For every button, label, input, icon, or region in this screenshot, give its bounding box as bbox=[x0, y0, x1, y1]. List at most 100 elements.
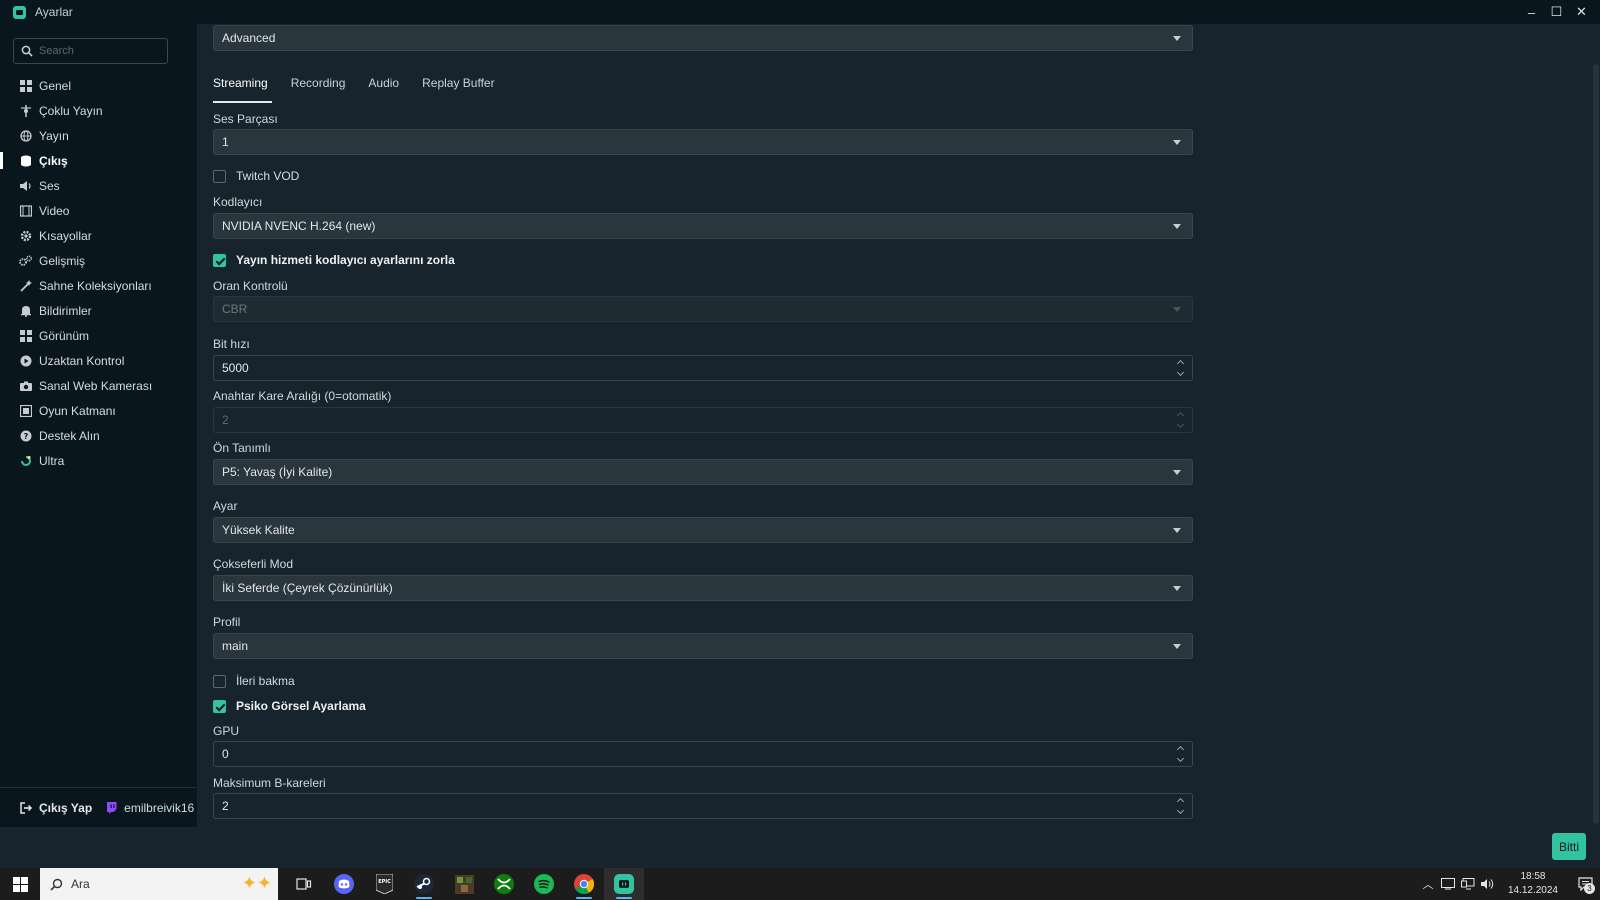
tab-replay-buffer[interactable]: Replay Buffer bbox=[422, 72, 495, 103]
sidebar-item-sahne-koleksiyonlari[interactable]: Sahne Koleksiyonları bbox=[0, 273, 197, 298]
streamlabs-icon[interactable] bbox=[604, 868, 644, 900]
window-controls: – ☐ ✕ bbox=[1519, 0, 1594, 24]
sidebar-item-label: Görünüm bbox=[39, 328, 90, 343]
display-icon[interactable] bbox=[1438, 868, 1458, 900]
sidebar-item-gorunum[interactable]: Görünüm bbox=[0, 323, 197, 348]
bframes-input[interactable]: 2 bbox=[213, 793, 1193, 819]
sidebar-item-destek-alin[interactable]: ? Destek Alın bbox=[0, 423, 197, 448]
scrollbar-thumb[interactable] bbox=[1593, 64, 1599, 824]
sidebar-item-yayin[interactable]: Yayın bbox=[0, 123, 197, 148]
spotify-icon[interactable] bbox=[524, 868, 564, 900]
enforce-encoder-checkbox[interactable]: Yayın hizmeti kodlayıcı ayarlarını zorla bbox=[213, 253, 455, 267]
spinner-arrows-icon[interactable] bbox=[1176, 745, 1184, 763]
preset-value: P5: Yavaş (İyi Kalite) bbox=[222, 465, 333, 479]
tab-streaming[interactable]: Streaming bbox=[213, 72, 272, 103]
user-account[interactable]: emilbreivik16 bbox=[106, 801, 194, 815]
notification-count: 3 bbox=[1584, 883, 1595, 894]
steam-icon[interactable] bbox=[404, 868, 444, 900]
sidebar-item-bildirimler[interactable]: Bildirimler bbox=[0, 298, 197, 323]
content-scrollbar[interactable] bbox=[1592, 24, 1600, 827]
encoder-value: NVIDIA NVENC H.264 (new) bbox=[222, 219, 376, 233]
sidebar-item-oyun-katmani[interactable]: Oyun Katmanı bbox=[0, 398, 197, 423]
globe-icon bbox=[19, 129, 32, 142]
sidebar-item-kisayollar[interactable]: Kısayollar bbox=[0, 223, 197, 248]
keyframe-label: Anahtar Kare Aralığı (0=otomatik) bbox=[213, 389, 392, 403]
tuning-select[interactable]: Yüksek Kalite bbox=[213, 517, 1193, 543]
gpu-input[interactable]: 0 bbox=[213, 741, 1193, 767]
sidebar-item-coklu-yayin[interactable]: Çoklu Yayın bbox=[0, 98, 197, 123]
tab-audio[interactable]: Audio bbox=[368, 72, 399, 103]
multipass-label: Çokseferli Mod bbox=[213, 557, 294, 571]
sidebar-footer: Çıkış Yap emilbreivik16 bbox=[0, 787, 197, 827]
spinner-arrows-icon[interactable] bbox=[1176, 359, 1184, 377]
svg-text:EPIC: EPIC bbox=[378, 879, 391, 885]
sidebar-item-video[interactable]: Video bbox=[0, 198, 197, 223]
notification-center-button[interactable]: 3 bbox=[1570, 868, 1600, 900]
bitrate-input[interactable]: 5000 bbox=[213, 355, 1193, 381]
sidebar-item-ultra[interactable]: Ultra bbox=[0, 448, 197, 473]
output-mode-value: Advanced bbox=[222, 31, 276, 45]
task-view-icon[interactable] bbox=[284, 868, 324, 900]
sidebar-item-ses[interactable]: Ses bbox=[0, 173, 197, 198]
chevron-up-icon[interactable]: ︿ bbox=[1418, 868, 1438, 900]
search-input[interactable] bbox=[39, 45, 159, 57]
keyframe-value: 2 bbox=[222, 413, 229, 427]
camera-icon bbox=[19, 379, 32, 392]
start-button[interactable] bbox=[0, 868, 40, 900]
profile-label: Profil bbox=[213, 615, 241, 629]
discord-icon[interactable] bbox=[324, 868, 364, 900]
profile-select[interactable]: main bbox=[213, 633, 1193, 659]
taskbar-search[interactable]: Ara ✦✦ bbox=[40, 868, 278, 900]
sidebar-item-sanal-web-kamerasi[interactable]: Sanal Web Kamerası bbox=[0, 373, 197, 398]
bframes-label: Maksimum B-kareleri bbox=[213, 776, 326, 790]
title-bar: Ayarlar – ☐ ✕ bbox=[0, 0, 1600, 24]
twitch-icon bbox=[107, 801, 117, 814]
checkbox-checked[interactable] bbox=[213, 699, 226, 713]
maximize-button[interactable]: ☐ bbox=[1544, 0, 1569, 24]
gear-icon bbox=[19, 229, 32, 242]
checkbox-checked[interactable] bbox=[213, 253, 226, 267]
ultra-icon bbox=[19, 454, 32, 467]
tab-recording[interactable]: Recording bbox=[291, 72, 346, 103]
minecraft-icon[interactable] bbox=[444, 868, 484, 900]
magic-wand-icon bbox=[19, 279, 32, 292]
chrome-icon[interactable] bbox=[564, 868, 604, 900]
close-button[interactable]: ✕ bbox=[1569, 0, 1594, 24]
sidebar-item-cikis[interactable]: Çıkış bbox=[0, 148, 197, 173]
chevron-down-icon bbox=[1173, 644, 1181, 649]
encoder-select[interactable]: NVIDIA NVENC H.264 (new) bbox=[213, 213, 1193, 239]
search-icon bbox=[21, 45, 33, 57]
sidebar-item-genel[interactable]: Genel bbox=[0, 73, 197, 98]
spinner-arrows-icon[interactable] bbox=[1176, 797, 1184, 815]
preset-select[interactable]: P5: Yavaş (İyi Kalite) bbox=[213, 459, 1193, 485]
network-icon[interactable] bbox=[1458, 868, 1478, 900]
checkbox[interactable] bbox=[213, 169, 226, 183]
bitrate-label: Bit hızı bbox=[213, 337, 250, 351]
lookahead-checkbox[interactable]: İleri bakma bbox=[213, 674, 295, 688]
checkbox[interactable] bbox=[213, 674, 226, 688]
keyframe-input: 2 bbox=[213, 407, 1193, 433]
sidebar-item-label: Çıkış bbox=[39, 153, 68, 168]
volume-icon[interactable] bbox=[1478, 868, 1498, 900]
windows-logo-icon bbox=[12, 876, 28, 892]
sidebar-item-gelismis[interactable]: Gelişmiş bbox=[0, 248, 197, 273]
multipass-select[interactable]: İki Seferde (Çeyrek Çözünürlük) bbox=[213, 575, 1193, 601]
window-title: Ayarlar bbox=[35, 5, 73, 19]
search-box[interactable] bbox=[13, 38, 168, 64]
sidebar-item-uzaktan-kontrol[interactable]: Uzaktan Kontrol bbox=[0, 348, 197, 373]
sparkle-icon: ✦✦ bbox=[241, 873, 272, 893]
twitch-vod-label: Twitch VOD bbox=[236, 169, 300, 183]
profile-value: main bbox=[222, 639, 249, 653]
audio-track-select[interactable]: 1 bbox=[213, 129, 1193, 155]
epic-games-icon[interactable]: EPIC bbox=[364, 868, 404, 900]
taskbar-clock[interactable]: 18:58 14.12.2024 bbox=[1508, 870, 1558, 898]
output-icon bbox=[19, 154, 32, 167]
psycho-visual-checkbox[interactable]: Psiko Görsel Ayarlama bbox=[213, 699, 366, 713]
minimize-button[interactable]: – bbox=[1519, 0, 1544, 24]
done-button[interactable]: Bitti bbox=[1552, 833, 1586, 860]
xbox-icon[interactable] bbox=[484, 868, 524, 900]
output-mode-select[interactable]: Advanced bbox=[213, 25, 1193, 51]
play-circle-icon bbox=[19, 354, 32, 367]
twitch-vod-checkbox[interactable]: Twitch VOD bbox=[213, 169, 299, 183]
logout-button[interactable]: Çıkış Yap bbox=[20, 801, 92, 815]
